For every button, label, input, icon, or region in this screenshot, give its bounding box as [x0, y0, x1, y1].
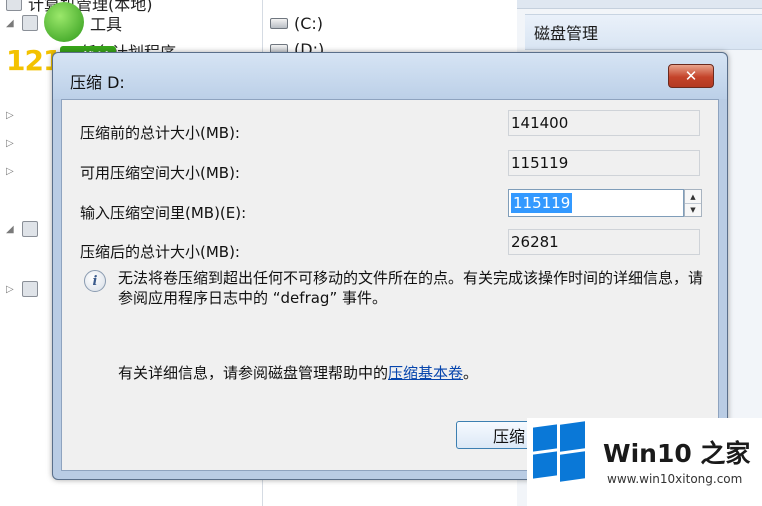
drive-c[interactable]: (C:) [270, 12, 323, 34]
total-size-after-value: 26281 [508, 229, 700, 255]
total-size-before-label: 压缩前的总计大小(MB): [80, 124, 240, 142]
storage-icon [22, 221, 38, 237]
watermark: Win10 之家 www.win10xitong.com [527, 418, 762, 506]
dialog-client-area: 压缩前的总计大小(MB): 141400 可用压缩空间大小(MB): 11511… [61, 99, 719, 471]
site-logo-icon [44, 2, 84, 42]
tree-item-collapsed-3[interactable]: ▷ [6, 160, 16, 182]
tree-item-services[interactable]: ▷ [6, 278, 38, 300]
help-line: 有关详细信息，请参阅磁盘管理帮助中的压缩基本卷。 [118, 364, 479, 382]
close-button[interactable]: ✕ [668, 64, 714, 88]
tree-item-collapsed-2[interactable]: ▷ [6, 132, 16, 154]
watermark-url: www.win10xitong.com [607, 472, 743, 486]
tools-icon [22, 15, 38, 31]
windows-logo-icon [533, 421, 585, 482]
dialog-title: 压缩 D: [70, 73, 125, 92]
available-shrink-value: 115119 [508, 150, 700, 176]
shrink-amount-spinner[interactable]: ▲ ▼ [684, 189, 702, 217]
info-icon: i [84, 270, 106, 292]
collapse-arrow-icon: ◢ [6, 17, 14, 29]
actions-header [517, 0, 762, 9]
shrink-amount-selected-text: 115119 [511, 193, 573, 213]
shrink-amount-input[interactable]: 115119 [508, 189, 684, 217]
expand-arrow-icon: ▷ [6, 165, 14, 177]
shrink-dialog: 压缩 D: ✕ 压缩前的总计大小(MB): 141400 可用压缩空间大小(MB… [52, 52, 728, 480]
collapse-arrow-icon: ◢ [6, 223, 14, 235]
shrink-amount-label: 输入压缩空间里(MB)(E): [80, 204, 247, 222]
computer-icon [6, 0, 22, 11]
expand-arrow-icon: ▷ [6, 137, 14, 149]
watermark-brand: Win10 之家 [603, 439, 751, 468]
hard-drive-icon [270, 17, 288, 29]
defrag-info-text: 无法将卷压缩到超出任何不可移动的文件所在的点。有关完成该操作时间的详细信息，请参… [118, 269, 704, 307]
services-icon [22, 281, 38, 297]
tree-item-storage[interactable]: ◢ [6, 218, 38, 240]
total-size-before-value: 141400 [508, 110, 700, 136]
available-shrink-label: 可用压缩空间大小(MB): [80, 164, 240, 182]
total-size-after-label: 压缩后的总计大小(MB): [80, 243, 240, 261]
dialog-titlebar[interactable]: 压缩 D: ✕ [53, 53, 727, 99]
close-icon: ✕ [684, 67, 698, 85]
spin-down-icon[interactable]: ▼ [685, 203, 701, 216]
actions-item-disk-management[interactable]: 磁盘管理 [525, 14, 762, 50]
tree-item-collapsed-1[interactable]: ▷ [6, 104, 16, 126]
spin-up-icon[interactable]: ▲ [685, 190, 701, 204]
expand-arrow-icon: ▷ [6, 109, 14, 121]
shrink-basic-volume-link[interactable]: 压缩基本卷 [388, 364, 463, 382]
expand-arrow-icon: ▷ [6, 283, 14, 295]
